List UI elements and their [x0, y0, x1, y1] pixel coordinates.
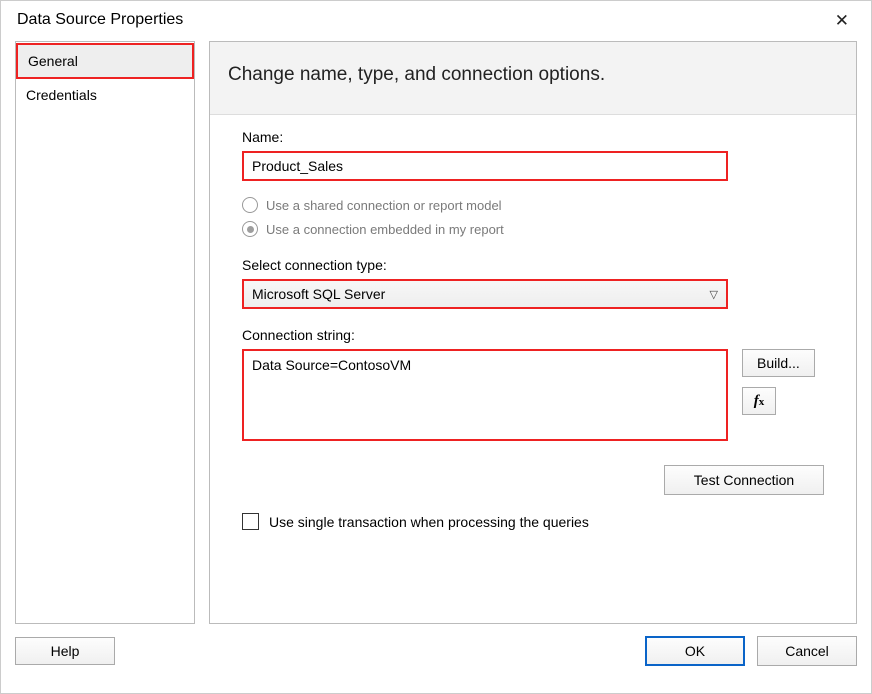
content-body: Name: Use a shared connection or report …: [210, 115, 856, 623]
connection-string-input[interactable]: Data Source=ContosoVM: [242, 349, 728, 441]
connection-type-select[interactable]: Microsoft SQL Server ▽: [242, 279, 728, 309]
title-bar: Data Source Properties ✕: [1, 1, 871, 41]
radio-embedded-label: Use a connection embedded in my report: [266, 222, 504, 237]
footer-right: OK Cancel: [645, 636, 857, 666]
name-label: Name:: [242, 129, 824, 145]
sidebar-item-general[interactable]: General: [16, 43, 194, 79]
radio-icon: [242, 197, 258, 213]
connection-string-label: Connection string:: [242, 327, 824, 343]
content-panel: Change name, type, and connection option…: [209, 41, 857, 624]
panel-heading: Change name, type, and connection option…: [228, 64, 838, 86]
single-transaction-row[interactable]: Use single transaction when processing t…: [242, 513, 824, 530]
cancel-button[interactable]: Cancel: [757, 636, 857, 666]
dialog-title: Data Source Properties: [17, 11, 183, 29]
radio-shared-connection: Use a shared connection or report model: [242, 197, 824, 213]
sidebar: General Credentials: [15, 41, 195, 624]
test-connection-row: Test Connection: [242, 465, 824, 495]
name-input[interactable]: [242, 151, 728, 181]
radio-icon: [242, 221, 258, 237]
build-button[interactable]: Build...: [742, 349, 815, 377]
ok-button[interactable]: OK: [645, 636, 745, 666]
expression-button[interactable]: fx: [742, 387, 776, 415]
connection-mode-group: Use a shared connection or report model …: [242, 197, 824, 237]
radio-embedded-connection: Use a connection embedded in my report: [242, 221, 824, 237]
checkbox-icon[interactable]: [242, 513, 259, 530]
connection-type-label: Select connection type:: [242, 257, 824, 273]
single-transaction-label: Use single transaction when processing t…: [269, 514, 589, 530]
connection-string-row: Data Source=ContosoVM Build... fx: [242, 349, 824, 441]
chevron-down-icon: ▽: [710, 288, 718, 301]
close-icon[interactable]: ✕: [829, 12, 855, 29]
radio-shared-label: Use a shared connection or report model: [266, 198, 502, 213]
fx-icon: fx: [754, 393, 765, 410]
dialog-footer: Help OK Cancel: [1, 624, 871, 680]
main-area: General Credentials Change name, type, a…: [1, 41, 871, 624]
test-connection-button[interactable]: Test Connection: [664, 465, 824, 495]
sidebar-item-credentials[interactable]: Credentials: [16, 79, 194, 111]
connection-side-buttons: Build... fx: [742, 349, 815, 415]
connection-type-value: Microsoft SQL Server: [252, 286, 385, 302]
help-button[interactable]: Help: [15, 637, 115, 665]
content-header: Change name, type, and connection option…: [210, 42, 856, 115]
